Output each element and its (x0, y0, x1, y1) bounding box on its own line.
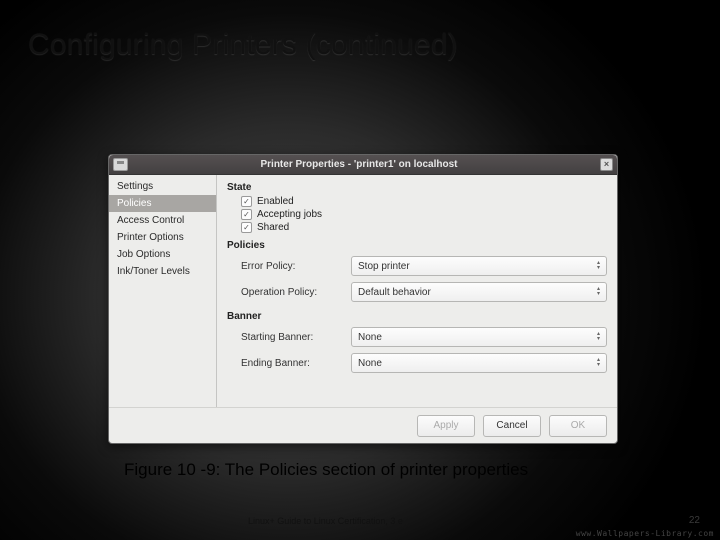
slide-title: Configuring Printers (continued) (28, 28, 458, 62)
book-reference: Linux+ Guide to Linux Certification, 3 e (248, 516, 403, 526)
ending-banner-value: None (358, 358, 382, 369)
chevron-updown-icon: ▴▾ (597, 261, 600, 271)
sidebar-item-ink-toner[interactable]: Ink/Toner Levels (109, 263, 216, 280)
sidebar-item-policies[interactable]: Policies (109, 195, 216, 212)
operation-policy-label: Operation Policy: (241, 287, 351, 298)
watermark: www.Wallpapers-Library.com (576, 529, 714, 538)
section-banner-heading: Banner (227, 311, 607, 322)
titlebar: Printer Properties - 'printer1' on local… (109, 155, 617, 175)
starting-banner-select[interactable]: None ▴▾ (351, 327, 607, 347)
close-button[interactable]: × (600, 158, 613, 171)
operation-policy-value: Default behavior (358, 287, 431, 298)
main-panel: State ✓ Enabled ✓ Accepting jobs ✓ Share… (217, 175, 617, 407)
sidebar-item-access-control[interactable]: Access Control (109, 212, 216, 229)
chevron-updown-icon: ▴▾ (597, 287, 600, 297)
checkbox-shared[interactable]: ✓ (241, 222, 252, 233)
cancel-button[interactable]: Cancel (483, 415, 541, 437)
section-state-heading: State (227, 182, 607, 193)
checkbox-shared-label: Shared (257, 222, 289, 233)
page-number: 22 (689, 515, 700, 526)
ending-banner-label: Ending Banner: (241, 358, 351, 369)
sidebar-item-job-options[interactable]: Job Options (109, 246, 216, 263)
chevron-updown-icon: ▴▾ (597, 358, 600, 368)
starting-banner-label: Starting Banner: (241, 332, 351, 343)
error-policy-label: Error Policy: (241, 261, 351, 272)
section-policies-heading: Policies (227, 240, 607, 251)
sidebar-item-printer-options[interactable]: Printer Options (109, 229, 216, 246)
figure-caption: Figure 10 -9: The Policies section of pr… (124, 460, 528, 480)
ending-banner-select[interactable]: None ▴▾ (351, 353, 607, 373)
checkbox-accepting-jobs[interactable]: ✓ (241, 209, 252, 220)
error-policy-value: Stop printer (358, 261, 410, 272)
ok-button[interactable]: OK (549, 415, 607, 437)
operation-policy-select[interactable]: Default behavior ▴▾ (351, 282, 607, 302)
dialog-footer: Apply Cancel OK (109, 407, 617, 443)
printer-properties-dialog: Printer Properties - 'printer1' on local… (108, 154, 618, 444)
starting-banner-value: None (358, 332, 382, 343)
chevron-updown-icon: ▴▾ (597, 332, 600, 342)
apply-button[interactable]: Apply (417, 415, 475, 437)
save-icon (113, 158, 128, 171)
window-title: Printer Properties - 'printer1' on local… (134, 159, 600, 170)
checkbox-enabled[interactable]: ✓ (241, 196, 252, 207)
error-policy-select[interactable]: Stop printer ▴▾ (351, 256, 607, 276)
sidebar: Settings Policies Access Control Printer… (109, 175, 217, 407)
checkbox-enabled-label: Enabled (257, 196, 294, 207)
checkbox-accepting-jobs-label: Accepting jobs (257, 209, 322, 220)
sidebar-item-settings[interactable]: Settings (109, 178, 216, 195)
